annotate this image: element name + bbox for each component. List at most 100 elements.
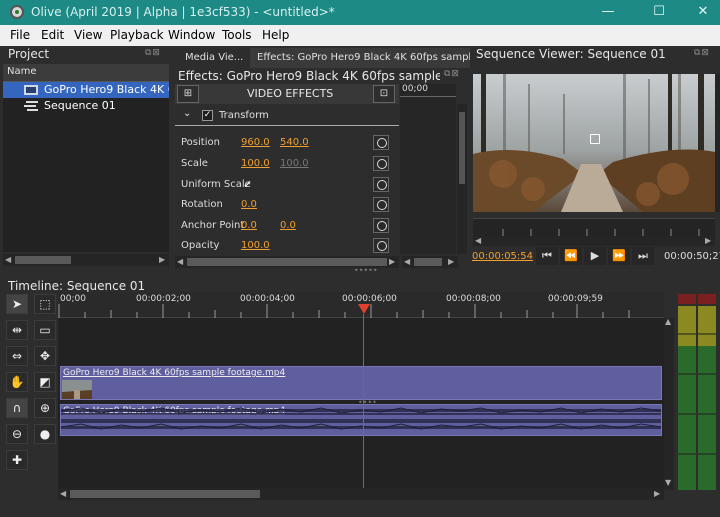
sequence-icon (24, 101, 38, 111)
keyframe-toggle-icon[interactable] (373, 238, 389, 253)
project-list: GoPro Hero9 Black 4K 60fps sample footag… (3, 82, 169, 252)
transform-section[interactable]: ⌄ ✓ Transform (175, 106, 399, 126)
scale-row: Scale 100.0 100.0 (175, 155, 399, 173)
video-file-icon (24, 85, 38, 95)
menu-file[interactable]: File (10, 28, 30, 42)
keyframe-toggle-icon[interactable] (373, 197, 389, 212)
rotation-row: Rotation 0.0 (175, 196, 399, 214)
zoom-out-icon[interactable]: ⊖ (6, 424, 28, 444)
effects-float-close-icon[interactable]: ⧉⊠ (444, 69, 460, 79)
menu-help[interactable]: Help (262, 28, 289, 42)
panel-float-close-icon[interactable]: ⧉⊠ (145, 48, 161, 58)
audio-waveform (61, 407, 661, 430)
ripple-tool-icon[interactable]: ⇹ (6, 320, 28, 340)
minimize-button[interactable]: — (591, 0, 625, 25)
tab-media-viewer[interactable]: Media Vie... (178, 48, 246, 68)
project-item-video[interactable]: GoPro Hero9 Black 4K 60fps sample footag… (3, 82, 169, 98)
effects-tabs: Media Vie... Effects: GoPro Hero9 Black … (174, 48, 470, 68)
rotation-value[interactable]: 0.0 (241, 199, 257, 210)
go-to-end-button[interactable]: ⏭ (632, 247, 654, 265)
uniform-scale-row: Uniform Scale ✓ (175, 176, 399, 194)
menu-view[interactable]: View (74, 28, 102, 42)
viewer-scrub-ruler[interactable] (473, 218, 715, 237)
audio-meter-right (698, 294, 716, 490)
chevron-down-icon[interactable]: ⌄ (183, 108, 191, 119)
playhead[interactable] (363, 314, 364, 490)
keyframe-hscrollbar[interactable]: ◀ ▶ (402, 256, 458, 268)
keyframe-toggle-icon[interactable] (373, 177, 389, 192)
snapping-tool-icon[interactable]: ∩ (6, 398, 28, 418)
audio-meter-left (678, 294, 696, 490)
marquee-tool-icon[interactable]: ⬚ (34, 294, 56, 314)
window-title: Olive (April 2019 | Alpha | 1e3cf533) - … (31, 5, 335, 19)
maximize-button[interactable]: ☐ (642, 0, 676, 25)
project-panel-title: Project (8, 47, 50, 61)
record-icon[interactable]: ● (34, 424, 56, 444)
slide-tool-icon[interactable]: ✥ (34, 346, 56, 366)
video-clip[interactable]: GoPro Hero9 Black 4K 60fps sample footag… (60, 366, 662, 400)
timeline-hscrollbar[interactable]: ◀ ▶ (58, 488, 664, 500)
effects-keyframe-timeline[interactable]: 00;00 (400, 84, 456, 254)
panel-splitter-handle[interactable]: ••••• (354, 266, 378, 275)
viewer-vscrollbar[interactable] (715, 74, 720, 212)
add-effect-icon[interactable]: ⊞ (177, 85, 199, 103)
menu-tools[interactable]: Tools (222, 28, 252, 42)
video-preview[interactable] (473, 74, 715, 212)
playhead-marker-icon[interactable] (358, 304, 370, 314)
viewer-current-time[interactable]: 00:00:05:54 (472, 251, 533, 262)
transform-handle-icon[interactable] (590, 134, 600, 144)
rolling-tool-icon[interactable]: ▭ (34, 320, 56, 340)
project-item-sequence[interactable]: Sequence 01 (3, 98, 169, 114)
anchor-y-value[interactable]: 0.0 (280, 220, 296, 231)
effects-title: Effects: GoPro Hero9 Black 4K 60fps samp… (178, 69, 440, 83)
effects-vscrollbar[interactable] (457, 104, 467, 254)
rewind-button[interactable]: ⏪ (560, 247, 582, 265)
zoom-in-icon[interactable]: ⊕ (34, 398, 56, 418)
opacity-row: Opacity 100.0 (175, 237, 399, 255)
scale-y-value[interactable]: 100.0 (280, 158, 309, 169)
project-column-header[interactable]: Name (3, 64, 169, 82)
close-button[interactable]: ✕ (686, 0, 720, 25)
transform-enable-checkbox[interactable]: ✓ (202, 110, 213, 121)
viewer-ruler-ticks (502, 229, 700, 237)
go-to-start-button[interactable]: ⏮ (536, 247, 558, 265)
opacity-value[interactable]: 100.0 (241, 240, 270, 251)
menu-playback[interactable]: Playback (110, 28, 164, 42)
razor-tool-icon[interactable]: ⇔ (6, 346, 28, 366)
clip-thumbnail (62, 380, 92, 399)
pointer-tool-icon[interactable]: ➤ (6, 294, 28, 314)
tab-effects[interactable]: Effects: GoPro Hero9 Black 4K 60fps samp… (250, 48, 470, 68)
scale-value[interactable]: 100.0 (241, 158, 270, 169)
position-row: Position 960.0 540.0 (175, 134, 399, 152)
uniform-scale-checkbox[interactable]: ✓ (243, 178, 252, 191)
project-panel: Project ⧉⊠ Name GoPro Hero9 Black 4K 60f… (0, 46, 172, 268)
position-x-value[interactable]: 960.0 (241, 137, 270, 148)
timeline-tracks[interactable]: 00;00 00:00:02;00 00:00:04;00 00:00:06;0… (58, 292, 664, 490)
viewer-float-close-icon[interactable]: ⧉⊠ (694, 48, 710, 58)
hand-tool-icon[interactable]: ✋ (6, 372, 28, 392)
video-effects-header: ⊞ VIDEO EFFECTS ⊡ (175, 84, 399, 104)
timeline-title: Timeline: Sequence 01 (8, 279, 146, 293)
effects-panel: Media Vie... Effects: GoPro Hero9 Black … (172, 46, 470, 268)
keyframe-toggle-icon[interactable] (373, 135, 389, 150)
keyframe-toggle-icon[interactable] (373, 156, 389, 171)
add-track-icon[interactable]: ✚ (6, 450, 28, 470)
viewer-hscrollbar[interactable]: ◀ ▶ (473, 236, 715, 246)
project-hscrollbar[interactable]: ◀ ▶ (3, 254, 169, 266)
position-y-value[interactable]: 540.0 (280, 137, 309, 148)
transition-tool-icon[interactable]: ◩ (34, 372, 56, 392)
menu-edit[interactable]: Edit (41, 28, 64, 42)
menu-bar: File Edit View Playback Window Tools Hel… (0, 25, 720, 46)
anchor-x-value[interactable]: 0.0 (241, 220, 257, 231)
play-button[interactable]: ▶ (584, 247, 606, 265)
keyframe-toggle-icon[interactable] (373, 218, 389, 233)
title-bar: Olive (April 2019 | Alpha | 1e3cf533) - … (0, 0, 720, 25)
viewer-end-time: 00:00:50;27 (664, 251, 720, 262)
add-transition-icon[interactable]: ⊡ (373, 85, 395, 103)
olive-app-icon (10, 5, 24, 19)
menu-window[interactable]: Window (168, 28, 215, 42)
audio-clip[interactable]: GoPro Hero9 Black 4K 60fps sample footag… (60, 404, 662, 436)
anchor-point-row: Anchor Point 0.0 0.0 (175, 217, 399, 235)
fast-forward-button[interactable]: ⏩ (608, 247, 630, 265)
timeline-vscrollbar[interactable]: ▲ ▼ (664, 317, 674, 490)
